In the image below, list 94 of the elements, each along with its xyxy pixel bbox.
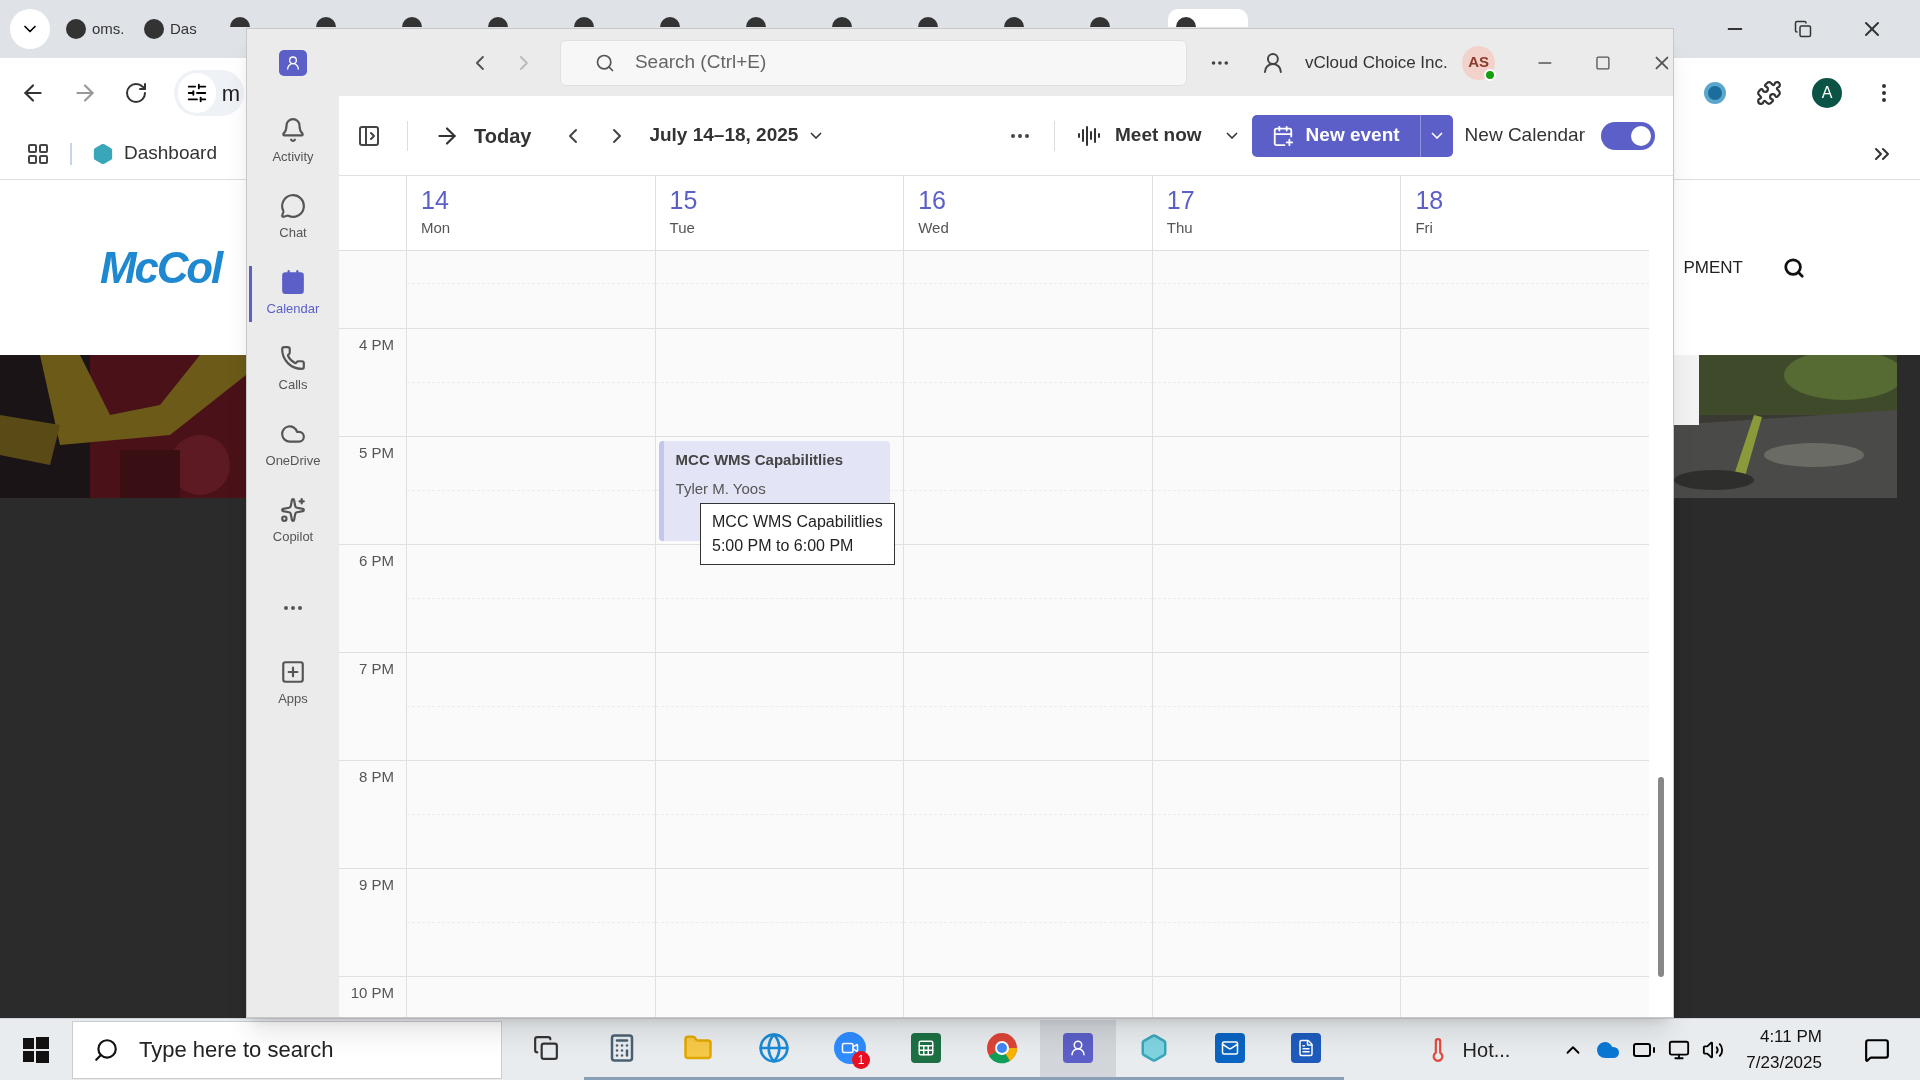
network-icon[interactable] <box>1668 1038 1691 1061</box>
clock-time[interactable]: 4:11 PM <box>1759 1024 1822 1050</box>
site-icon <box>488 17 508 27</box>
mail-app-icon[interactable] <box>1215 1033 1245 1063</box>
time-label: 9 PM <box>359 876 394 893</box>
site-icon <box>230 17 250 27</box>
audio-lines-icon <box>1077 123 1102 148</box>
event-tooltip: MCC WMS Capabilitlies 5:00 PM to 6:00 PM <box>700 503 895 565</box>
rail-item[interactable]: OneDrive <box>249 408 337 484</box>
site-logo[interactable]: McCol <box>100 234 221 301</box>
address-bar[interactable]: m <box>174 70 244 116</box>
nav-link[interactable]: PMENT <box>1683 254 1743 281</box>
site-icon <box>746 17 766 27</box>
time-label: 7 PM <box>359 660 394 677</box>
bookmark[interactable]: Dashboard <box>92 139 217 168</box>
profile-avatar[interactable]: A <box>1812 78 1842 108</box>
search-field[interactable]: Search (Ctrl+E) <box>559 39 1188 86</box>
event-title: MCC WMS Capabilitlies <box>675 450 845 470</box>
date-range-picker[interactable]: July 14–18, 2025 <box>649 121 823 150</box>
site-icon <box>832 17 852 27</box>
today-button[interactable]: Today <box>434 120 532 151</box>
time-label: 8 PM <box>359 768 394 785</box>
chevron-down-icon <box>1430 132 1443 139</box>
rail-item[interactable]: Calendar <box>249 256 337 332</box>
chevron-down-icon <box>1225 132 1238 139</box>
day-header[interactable]: 15 Tue <box>654 176 904 250</box>
site-settings-icon[interactable] <box>185 82 208 104</box>
clock-date[interactable]: 7/23/2025 <box>1746 1049 1822 1075</box>
site-icon <box>66 19 86 39</box>
rail-item[interactable]: Apps <box>249 646 337 722</box>
rail-item[interactable]: Activity <box>249 104 337 180</box>
day-header[interactable]: 17 Thu <box>1151 176 1401 250</box>
browser-tab[interactable]: Das <box>136 9 214 49</box>
time-label: 4 PM <box>359 336 394 353</box>
search-icon <box>93 1036 119 1063</box>
site-icon <box>402 17 422 27</box>
browser-icon[interactable] <box>986 1032 1018 1064</box>
activity-icon <box>280 117 306 144</box>
new-calendar-label: New Calendar <box>1464 123 1585 148</box>
task-view-icon[interactable] <box>533 1035 559 1061</box>
time-label: 6 PM <box>359 552 394 569</box>
calendar-icon <box>280 269 306 296</box>
day-header[interactable]: 16 Wed <box>903 176 1152 250</box>
chevron-down-icon <box>810 132 823 139</box>
user-avatar[interactable]: AS <box>1461 45 1496 80</box>
calls-icon <box>280 345 306 372</box>
taskbar-search-field[interactable]: Type here to search <box>72 1020 502 1079</box>
site-icon <box>144 19 164 39</box>
chat-icon <box>280 193 306 220</box>
day-header[interactable]: 14 Mon <box>406 176 655 250</box>
apps-icon <box>280 659 306 686</box>
time-label: 10 PM <box>350 984 394 1001</box>
browser-tab[interactable]: oms. <box>58 9 128 49</box>
search-icon[interactable] <box>1783 256 1805 279</box>
browser-tab[interactable] <box>1168 9 1248 27</box>
windows-logo-icon[interactable] <box>23 1036 49 1063</box>
weather-text[interactable]: Hot... <box>1462 1034 1511 1065</box>
org-name[interactable]: vCloud Choice Inc. <box>1305 49 1448 76</box>
apps-grid-icon[interactable] <box>26 141 50 166</box>
day-header[interactable]: 18 Fri <box>1400 176 1649 250</box>
app-logo-icon <box>278 49 307 76</box>
new-calendar-toggle[interactable] <box>1601 121 1655 150</box>
restore-icon[interactable] <box>1794 20 1812 38</box>
hexagon-icon[interactable] <box>1139 1033 1169 1063</box>
team-chat-icon[interactable] <box>1063 1033 1093 1063</box>
hexagon-icon <box>92 142 114 165</box>
site-icon <box>660 17 680 27</box>
panel-toggle-icon[interactable] <box>357 123 381 148</box>
site-icon <box>918 17 938 27</box>
copilot-icon <box>280 497 306 524</box>
rail-item[interactable]: Calls <box>249 332 337 408</box>
rail-item[interactable]: Copilot <box>249 484 337 560</box>
globe-icon[interactable] <box>758 1032 790 1064</box>
time-label: 5 PM <box>359 444 394 461</box>
site-icon <box>1004 17 1024 27</box>
search-icon <box>594 52 615 73</box>
document-app-icon[interactable] <box>1291 1033 1321 1063</box>
event-organizer: Tyler M. Yoos <box>675 478 767 499</box>
rail-item[interactable]: Chat <box>249 180 337 256</box>
tab-title: oms. <box>92 18 125 39</box>
extension-icon[interactable] <box>1704 82 1726 104</box>
puzzle-icon[interactable] <box>1756 80 1782 106</box>
site-icon <box>574 17 594 27</box>
spreadsheet-icon[interactable] <box>911 1033 941 1063</box>
reload-icon[interactable] <box>124 81 148 105</box>
url-text: m <box>221 79 240 108</box>
site-icon <box>1090 17 1110 27</box>
calendar-plus-icon <box>1271 124 1294 147</box>
site-icon <box>1176 17 1196 27</box>
notifications-icon[interactable] <box>1864 1036 1890 1063</box>
tab-title: Das <box>170 18 197 39</box>
maximize-icon[interactable] <box>1595 54 1612 71</box>
site-icon <box>316 17 336 27</box>
meet-now-button[interactable]: Meet now <box>1077 121 1238 150</box>
